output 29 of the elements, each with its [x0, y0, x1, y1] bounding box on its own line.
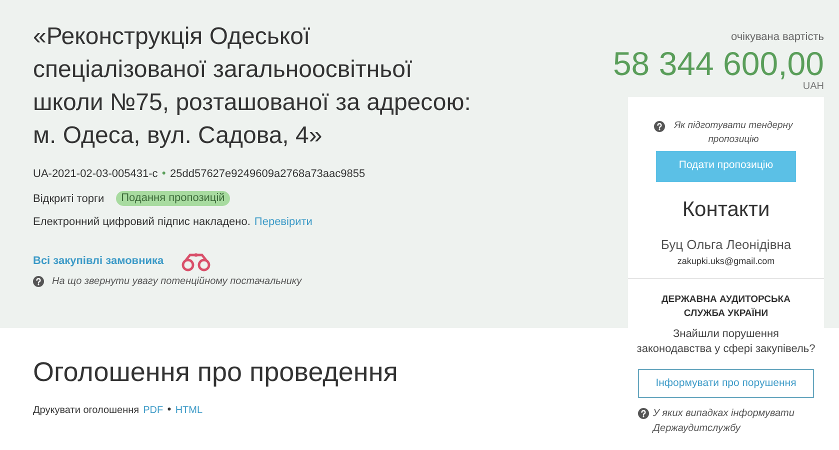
tender-id: UA-2021-02-03-005431-c — [33, 167, 158, 182]
help-icon — [33, 276, 44, 286]
help-icon — [654, 120, 664, 132]
expected-value-label: очікувана вартість — [730, 30, 824, 45]
currency-label: UAH — [802, 82, 824, 92]
submit-proposal-button[interactable]: Подати пропозицію — [656, 150, 796, 182]
supplier-hint: На що звернути увагу потенційному постачальнику — [52, 274, 302, 288]
customer-procurements-link[interactable]: Всі закупівлі замовника — [33, 253, 164, 270]
audit-service-title: ДЕРЖАВНА АУДИТОРСЬКА СЛУЖБА УКРАЇНИ — [660, 293, 792, 321]
proposal-guide-link[interactable]: Як підготувати тендерну пропозицію — [668, 118, 798, 146]
status-badge: Подання пропозицій — [116, 191, 230, 206]
procedure-type: Відкриті торги — [33, 192, 104, 206]
help-icon — [638, 408, 649, 419]
audit-help-link[interactable]: У яких випадках інформувати Держаудитслужбу — [653, 406, 814, 436]
expected-value-amount: 58 344 600,00 — [612, 46, 824, 82]
contacts-title: Контакти — [682, 196, 770, 222]
tender-hash: 25dd57627e9249609a2768a73aac9855 — [170, 167, 366, 182]
print-label: Друкувати оголошення — [33, 404, 140, 418]
binoculars-icon — [180, 252, 212, 272]
announcement-title: Оголошення про проведення — [33, 356, 399, 388]
violation-question: Знайшли порушення законодавства у сфері закупівель? — [636, 327, 816, 357]
contact-email: zakupki.uks@gmail.com — [677, 254, 775, 268]
verify-link[interactable]: Перевірити — [254, 214, 312, 230]
contact-name: Буц Ольга Леонідівна — [660, 236, 792, 254]
report-violation-button[interactable]: Інформувати про порушення — [638, 369, 814, 398]
signature-text: Електронний цифровий підпис накладено. — [33, 215, 250, 230]
html-link[interactable]: HTML — [175, 402, 203, 418]
pdf-link[interactable]: PDF — [143, 402, 164, 418]
tender-title: «Реконструкція Одеської спеціалізованої загальноосвітньої школи №75, розташованої за адресою: м. Одеса, вул. Садова, 4» — [33, 22, 472, 151]
